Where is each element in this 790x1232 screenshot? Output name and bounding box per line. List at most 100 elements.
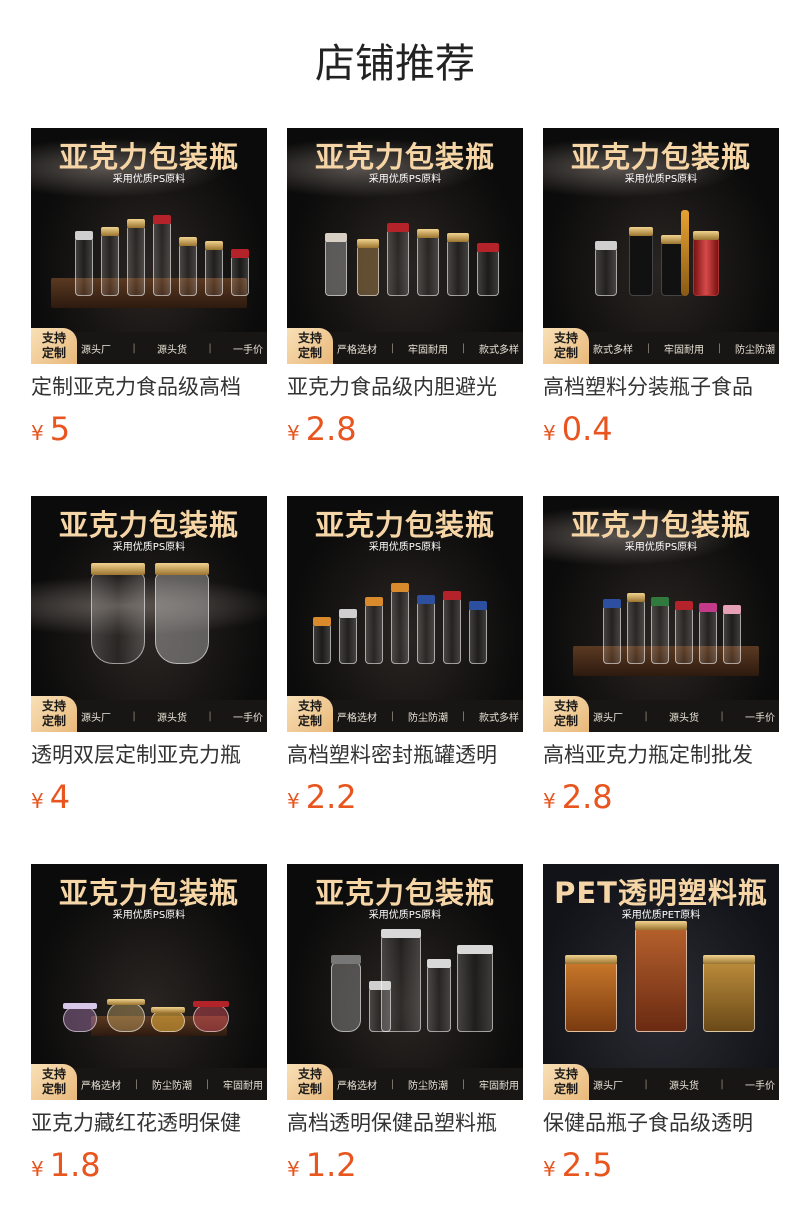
feature-item: 源头厂 bbox=[593, 1080, 623, 1092]
feature-item: 牢固耐用 bbox=[223, 1080, 263, 1092]
feature-item: 一手价 bbox=[745, 1080, 775, 1092]
price-value: 2.8 bbox=[305, 410, 357, 448]
custom-badge: 支持 定制 bbox=[287, 328, 333, 364]
currency-symbol: ¥ bbox=[543, 789, 556, 813]
product-price: ¥2.2 bbox=[287, 778, 523, 816]
feature-item: 一手价 bbox=[233, 712, 263, 724]
product-name[interactable]: 高档塑料分装瓶子食品 bbox=[543, 370, 779, 404]
feature-item: 防尘防潮 bbox=[152, 1080, 192, 1092]
image-banner-title: 亚克力包装瓶 bbox=[314, 508, 495, 542]
image-banner-title: 亚克力包装瓶 bbox=[58, 876, 239, 910]
product-image[interactable]: 亚克力包装瓶 采用优质PS原料 支持 定制 源头厂 | 源头货 | 一手价 bbox=[543, 496, 779, 732]
image-banner-subtitle: 采用优质PS原料 bbox=[368, 910, 442, 921]
product-card[interactable]: 亚克力包装瓶 采用优质PS原料 支持 定制 严格选材 | 牢固耐用 | 款式多样 亚克… bbox=[287, 128, 523, 448]
price-value: 4 bbox=[49, 778, 71, 816]
product-card[interactable]: 亚克力包装瓶 采用优质PS原料 支持 定制 严格选材 | 防尘防潮 | 牢固耐用 高档… bbox=[287, 864, 523, 1184]
product-image[interactable]: 亚克力包装瓶 采用优质PS原料 支持 定制 严格选材 | 防尘防潮 | 款式多样 bbox=[287, 496, 523, 732]
currency-symbol: ¥ bbox=[31, 1157, 44, 1181]
custom-badge: 支持 定制 bbox=[31, 696, 77, 732]
feature-item: 严格选材 bbox=[337, 712, 377, 724]
image-banner-title: 亚克力包装瓶 bbox=[314, 140, 495, 174]
feature-item: 款式多样 bbox=[479, 712, 519, 724]
custom-badge: 支持 定制 bbox=[31, 1064, 77, 1100]
currency-symbol: ¥ bbox=[287, 789, 300, 813]
custom-badge: 支持 定制 bbox=[287, 1064, 333, 1100]
product-image[interactable]: 亚克力包装瓶 采用优质PS原料 支持 定制 源头厂 | 源头货 | 一手价 bbox=[31, 496, 267, 732]
product-price: ¥2.5 bbox=[543, 1146, 779, 1184]
product-name[interactable]: 高档亚克力瓶定制批发 bbox=[543, 738, 779, 772]
feature-item: 源头厂 bbox=[81, 712, 111, 724]
price-value: 5 bbox=[49, 410, 71, 448]
product-name[interactable]: 透明双层定制亚克力瓶 bbox=[31, 738, 267, 772]
image-banner-subtitle: 采用优质PS原料 bbox=[368, 174, 442, 185]
product-card[interactable]: 亚克力包装瓶 采用优质PS原料 支持 定制 源头厂 | 源头货 | 一手价 透明双层定… bbox=[31, 496, 267, 816]
product-card[interactable]: 亚克力包装瓶 采用优质PS原料 支持 定制 严格选材 | 防尘防潮 | 款式多样 高档… bbox=[287, 496, 523, 816]
image-banner-title: 亚克力包装瓶 bbox=[570, 508, 751, 542]
feature-item: 防尘防潮 bbox=[408, 1080, 448, 1092]
product-image[interactable]: 亚克力包装瓶 采用优质PS原料 支持 定制 严格选材 | 防尘防潮 | 牢固耐用 bbox=[31, 864, 267, 1100]
product-name[interactable]: 高档塑料密封瓶罐透明 bbox=[287, 738, 523, 772]
feature-item: 款式多样 bbox=[479, 344, 519, 356]
product-image[interactable]: 亚克力包装瓶 采用优质PS原料 支持 定制 严格选材 | 防尘防潮 | 牢固耐用 bbox=[287, 864, 523, 1100]
product-card[interactable]: 亚克力包装瓶 采用优质PS原料 支持 定制 款式多样 | 牢固耐用 | 防尘防潮 高档… bbox=[543, 128, 779, 448]
image-banner-subtitle: 采用优质PS原料 bbox=[112, 542, 186, 553]
image-banner-title: PET透明塑料瓶 bbox=[554, 876, 768, 910]
jar-illustration bbox=[543, 190, 779, 330]
product-name[interactable]: 定制亚克力食品级高档 bbox=[31, 370, 267, 404]
feature-list: 严格选材 | 防尘防潮 | 牢固耐用 bbox=[81, 1078, 263, 1092]
feature-item: 严格选材 bbox=[81, 1080, 121, 1092]
feature-list: 款式多样 | 牢固耐用 | 防尘防潮 bbox=[593, 342, 775, 356]
jar-illustration bbox=[543, 921, 779, 1066]
product-price: ¥0.4 bbox=[543, 410, 779, 448]
currency-symbol: ¥ bbox=[287, 1157, 300, 1181]
product-card[interactable]: PET透明塑料瓶 采用优质PET原料 支持 定制 源头厂 | 源头货 | 一手价 保健… bbox=[543, 864, 779, 1184]
product-name[interactable]: 保健品瓶子食品级透明 bbox=[543, 1106, 779, 1140]
product-image[interactable]: 亚克力包装瓶 采用优质PS原料 支持 定制 源头厂 | 源头货 | 一手价 bbox=[31, 128, 267, 364]
product-card[interactable]: 亚克力包装瓶 采用优质PS原料 支持 定制 源头厂 | 源头货 | 一手价 定制亚克力… bbox=[31, 128, 267, 448]
jar-illustration bbox=[287, 558, 523, 698]
feature-list: 严格选材 | 牢固耐用 | 款式多样 bbox=[337, 342, 519, 356]
product-name[interactable]: 亚克力藏红花透明保健 bbox=[31, 1106, 267, 1140]
image-banner-title: 亚克力包装瓶 bbox=[58, 140, 239, 174]
custom-badge: 支持 定制 bbox=[543, 328, 589, 364]
product-price: ¥2.8 bbox=[287, 410, 523, 448]
image-banner-subtitle: 采用优质PS原料 bbox=[112, 910, 186, 921]
page-title: 店铺推荐 bbox=[315, 41, 475, 87]
product-card[interactable]: 亚克力包装瓶 采用优质PS原料 支持 定制 严格选材 | 防尘防潮 | 牢固耐用 亚克… bbox=[31, 864, 267, 1184]
custom-badge: 支持 定制 bbox=[543, 1064, 589, 1100]
custom-badge: 支持 定制 bbox=[287, 696, 333, 732]
feature-item: 源头货 bbox=[669, 712, 699, 724]
price-value: 1.8 bbox=[49, 1146, 101, 1184]
price-value: 2.2 bbox=[305, 778, 357, 816]
product-name[interactable]: 亚克力食品级内胆避光 bbox=[287, 370, 523, 404]
product-price: ¥1.2 bbox=[287, 1146, 523, 1184]
product-price: ¥1.8 bbox=[31, 1146, 267, 1184]
image-banner-title: 亚克力包装瓶 bbox=[570, 140, 751, 174]
feature-item: 牢固耐用 bbox=[664, 344, 704, 356]
currency-symbol: ¥ bbox=[31, 421, 44, 445]
currency-symbol: ¥ bbox=[287, 421, 300, 445]
image-banner-title: 亚克力包装瓶 bbox=[58, 508, 239, 542]
feature-item: 严格选材 bbox=[337, 1080, 377, 1092]
product-image[interactable]: PET透明塑料瓶 采用优质PET原料 支持 定制 源头厂 | 源头货 | 一手价 bbox=[543, 864, 779, 1100]
product-card[interactable]: 亚克力包装瓶 采用优质PS原料 支持 定制 源头厂 | 源头货 | 一手价 高档亚克力… bbox=[543, 496, 779, 816]
feature-list: 源头厂 | 源头货 | 一手价 bbox=[593, 1078, 775, 1092]
feature-item: 源头货 bbox=[157, 344, 187, 356]
product-image[interactable]: 亚克力包装瓶 采用优质PS原料 支持 定制 款式多样 | 牢固耐用 | 防尘防潮 bbox=[543, 128, 779, 364]
feature-item: 牢固耐用 bbox=[408, 344, 448, 356]
image-banner-title: 亚克力包装瓶 bbox=[314, 876, 495, 910]
currency-symbol: ¥ bbox=[543, 421, 556, 445]
feature-item: 严格选材 bbox=[337, 344, 377, 356]
feature-item: 源头货 bbox=[157, 712, 187, 724]
feature-list: 源头厂 | 源头货 | 一手价 bbox=[593, 710, 775, 724]
currency-symbol: ¥ bbox=[31, 789, 44, 813]
product-image[interactable]: 亚克力包装瓶 采用优质PS原料 支持 定制 严格选材 | 牢固耐用 | 款式多样 bbox=[287, 128, 523, 364]
product-name[interactable]: 高档透明保健品塑料瓶 bbox=[287, 1106, 523, 1140]
feature-item: 源头厂 bbox=[81, 344, 111, 356]
price-value: 0.4 bbox=[561, 410, 613, 448]
feature-list: 严格选材 | 防尘防潮 | 款式多样 bbox=[337, 710, 519, 724]
feature-item: 一手价 bbox=[745, 712, 775, 724]
image-banner-subtitle: 采用优质PS原料 bbox=[624, 174, 698, 185]
price-value: 2.5 bbox=[561, 1146, 613, 1184]
feature-list: 源头厂 | 源头货 | 一手价 bbox=[81, 342, 263, 356]
